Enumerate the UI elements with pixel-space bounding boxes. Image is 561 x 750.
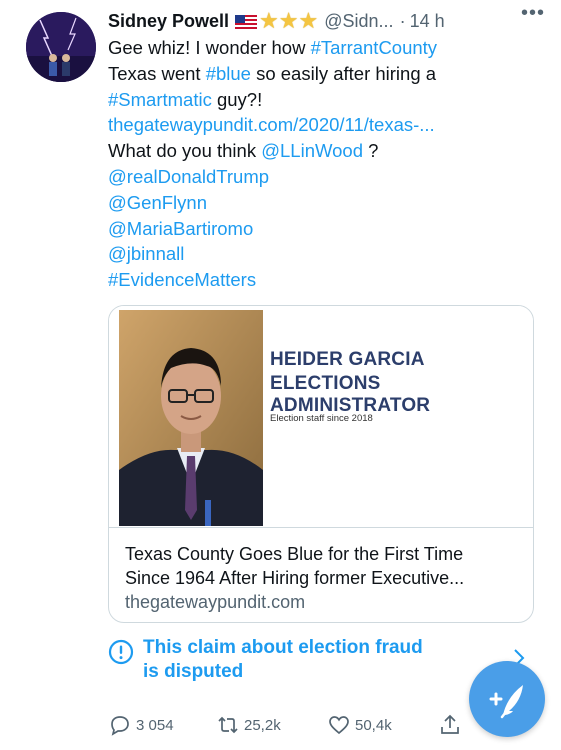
mention-link[interactable]: @jbinnall — [108, 243, 184, 264]
tweet-line: #Smartmatic guy?! — [108, 87, 548, 113]
text: Texas went — [108, 62, 206, 84]
tweet-actions: 3 054 25,2k 50,4k — [108, 712, 468, 740]
tweet-line: thegatewaypundit.com/2020/11/texas-... — [108, 112, 548, 138]
hashtag-link[interactable]: #Smartmatic — [108, 89, 212, 110]
feather-plus-icon — [489, 685, 523, 719]
card-headline: Since 1964 After Hiring former Executive… — [125, 568, 465, 588]
tweet-line: Gee whiz! I wonder how #TarrantCounty — [108, 35, 548, 61]
mention-link[interactable]: @MariaBartiromo — [108, 218, 253, 239]
text: What do you think — [108, 140, 262, 162]
tweet-line: What do you think @LLinWood ? — [108, 138, 548, 164]
star-icon: ★ — [259, 8, 279, 33]
tweet-line: @MariaBartiromo — [108, 216, 548, 242]
star-emojis: ★ ★ ★ — [259, 10, 318, 32]
like-count: 50,4k — [355, 716, 392, 734]
notice-line: This claim about election fraud — [143, 637, 423, 658]
more-horizontal-icon[interactable]: ••• — [521, 2, 545, 25]
notice-text: This claim about election fraud is dispu… — [143, 636, 423, 684]
star-icon: ★ — [278, 8, 299, 33]
separator-dot: · — [399, 10, 406, 31]
hashtag-link[interactable]: #TarrantCounty — [311, 37, 437, 58]
compose-tweet-button[interactable] — [469, 661, 545, 737]
tweet-time[interactable]: 14 h — [410, 11, 445, 32]
tweet-line: @realDonaldTrump — [108, 164, 548, 190]
card-text[interactable]: Texas County Goes Blue for the First Tim… — [125, 542, 520, 614]
text: guy?! — [211, 88, 263, 110]
text: ? — [362, 140, 379, 162]
retweet-button[interactable]: 25,2k — [216, 712, 281, 738]
url-link[interactable]: thegatewaypundit.com/2020/11/texas-... — [108, 114, 435, 135]
tweet-line: @jbinnall — [108, 241, 548, 267]
tweet[interactable]: Sidney Powell ★ ★ ★ @Sidn... · 14 h Gee … — [108, 8, 548, 293]
portrait-photo — [119, 310, 263, 526]
text: Gee whiz! I wonder how — [108, 37, 311, 58]
notice-line: is disputed — [143, 661, 244, 682]
mention-link[interactable]: @realDonaldTrump — [108, 166, 269, 187]
retweet-count: 25,2k — [244, 716, 281, 734]
card-headline: Texas County Goes Blue for the First Tim… — [125, 544, 464, 564]
tweet-line: @GenFlynn — [108, 190, 548, 216]
card-image[interactable]: HEIDER GARCIA ELECTIONS ADMINISTRATOR El… — [109, 306, 533, 528]
card-image-title: HEIDER GARCIA — [270, 349, 425, 370]
text: so easily after hiring a — [250, 62, 437, 84]
reply-button[interactable]: 3 054 — [108, 712, 174, 738]
tweet-line: #EvidenceMatters — [108, 267, 548, 293]
retweet-icon — [218, 716, 238, 734]
card-image-title: ELECTIONS ADMINISTRATOR — [270, 373, 431, 416]
share-button[interactable] — [438, 712, 466, 738]
hashtag-link[interactable]: #blue — [206, 63, 251, 84]
link-card[interactable]: HEIDER GARCIA ELECTIONS ADMINISTRATOR El… — [108, 305, 534, 623]
avatar[interactable] — [26, 12, 96, 82]
heart-icon — [329, 716, 349, 735]
star-icon: ★ — [298, 8, 319, 33]
share-icon — [441, 714, 459, 734]
mention-link[interactable]: @GenFlynn — [108, 192, 207, 213]
card-image-subtitle: Election staff since 2018 — [270, 413, 373, 424]
tweet-text: Gee whiz! I wonder how #TarrantCounty Te… — [108, 35, 548, 293]
tweet-header: Sidney Powell ★ ★ ★ @Sidn... · 14 h — [108, 8, 548, 34]
card-domain: thegatewaypundit.com — [125, 592, 306, 612]
hashtag-link[interactable]: #EvidenceMatters — [108, 269, 256, 290]
author-name[interactable]: Sidney Powell — [108, 11, 229, 32]
us-flag-emoji — [235, 14, 258, 30]
exclamation-circle-icon — [108, 639, 134, 665]
reply-count: 3 054 — [136, 716, 174, 734]
mention-link[interactable]: @LLinWood — [261, 140, 363, 161]
reply-icon — [111, 716, 129, 736]
tweet-line: Texas went #blue so easily after hiring … — [108, 61, 548, 87]
like-button[interactable]: 50,4k — [327, 712, 392, 738]
author-handle[interactable]: @Sidn... — [324, 11, 393, 32]
